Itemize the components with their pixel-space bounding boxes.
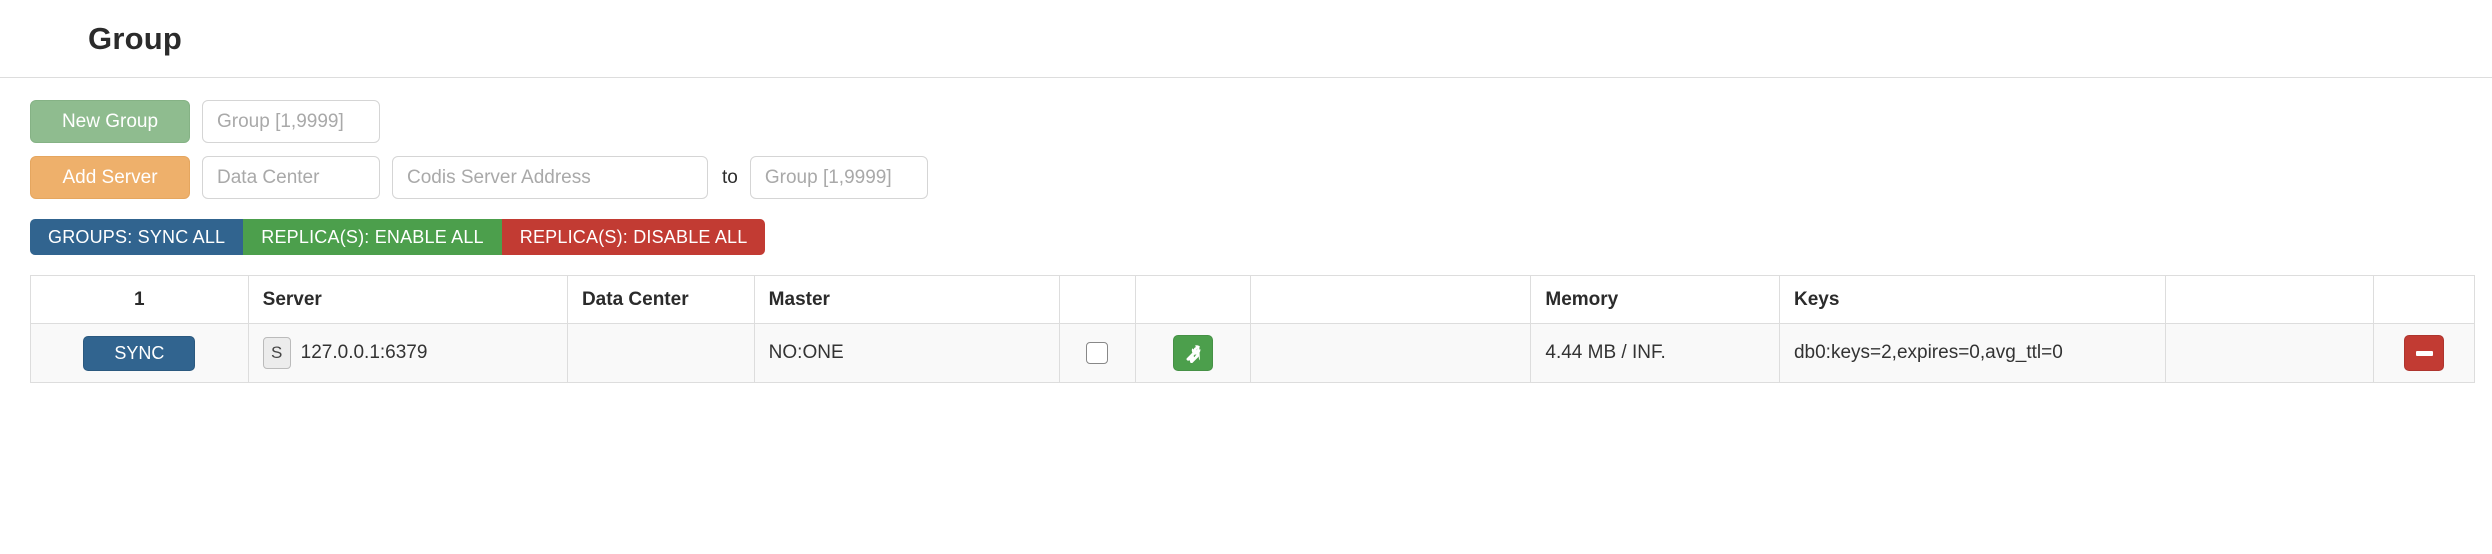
header-master: Master <box>753 275 1060 324</box>
header-server: Server <box>247 275 568 324</box>
cell-sync-action: SYNC <box>30 323 249 383</box>
header-delete <box>2373 275 2475 324</box>
groups-sync-all-button[interactable]: GROUPS: SYNC ALL <box>30 219 244 255</box>
page-header: Group <box>0 0 2492 78</box>
group-table: 1 Server Data Center Master Memory Keys … <box>30 275 2475 383</box>
new-group-button[interactable]: New Group <box>30 100 190 143</box>
group-table-body: SYNC S 127.0.0.1:6379 NO:ONE 4.44 MB / I… <box>30 323 2475 383</box>
data-center-input[interactable] <box>202 156 380 199</box>
replicas-enable-all-button[interactable]: REPLICA(S): ENABLE ALL <box>243 219 502 255</box>
server-role-badge[interactable]: S <box>262 337 291 369</box>
header-checkbox <box>1058 275 1136 324</box>
cell-master: NO:ONE <box>753 323 1060 383</box>
group-table-head: 1 Server Data Center Master Memory Keys <box>30 275 2475 324</box>
page-title: Group <box>88 20 182 56</box>
wrench-icon <box>1186 345 1201 363</box>
add-server-button[interactable]: Add Server <box>30 156 190 199</box>
replicas-disable-all-button[interactable]: REPLICA(S): DISABLE ALL <box>501 219 766 255</box>
target-group-input[interactable] <box>749 156 928 199</box>
cell-spacer <box>2164 323 2375 383</box>
header-spacer <box>2164 275 2375 324</box>
table-header-row: 1 Server Data Center Master Memory Keys <box>30 275 2475 324</box>
header-keys: Keys <box>1778 275 2166 324</box>
new-group-row: New Group <box>30 100 2492 143</box>
bulk-action-bar: GROUPS: SYNC ALL REPLICA(S): ENABLE ALL … <box>30 219 2492 255</box>
server-cell-content: S 127.0.0.1:6379 <box>262 337 553 369</box>
cell-wrench-action <box>1134 323 1251 383</box>
remove-server-button[interactable] <box>2404 335 2445 371</box>
add-server-row: Add Server to <box>30 156 2492 199</box>
cell-checkbox <box>1058 323 1136 383</box>
wrench-button[interactable] <box>1172 335 1213 371</box>
sync-button[interactable]: SYNC <box>83 335 196 371</box>
header-actions <box>1134 275 1251 324</box>
server-address-text: 127.0.0.1:6379 <box>300 342 428 363</box>
header-group-index: 1 <box>30 275 249 324</box>
to-label: to <box>722 166 738 188</box>
group-table-container: 1 Server Data Center Master Memory Keys … <box>30 275 2475 383</box>
cell-keys: db0:keys=2,expires=0,avg_ttl=0 <box>1778 323 2166 383</box>
table-row: SYNC S 127.0.0.1:6379 NO:ONE 4.44 MB / I… <box>30 323 2475 383</box>
header-blank <box>1249 275 1532 324</box>
cell-memory: 4.44 MB / INF. <box>1530 323 1780 383</box>
minus-icon <box>2415 350 2433 356</box>
row-select-checkbox[interactable] <box>1086 341 1109 364</box>
cell-data-center <box>566 323 755 383</box>
cell-server: S 127.0.0.1:6379 <box>247 323 568 383</box>
group-forms: New Group Add Server to GROUPS: SYNC ALL… <box>0 78 2492 255</box>
cell-delete-action <box>2373 323 2475 383</box>
header-memory: Memory <box>1530 275 1780 324</box>
header-data-center: Data Center <box>566 275 755 324</box>
cell-blank <box>1249 323 1532 383</box>
new-group-id-input[interactable] <box>202 100 380 143</box>
codis-server-address-input[interactable] <box>392 156 708 199</box>
